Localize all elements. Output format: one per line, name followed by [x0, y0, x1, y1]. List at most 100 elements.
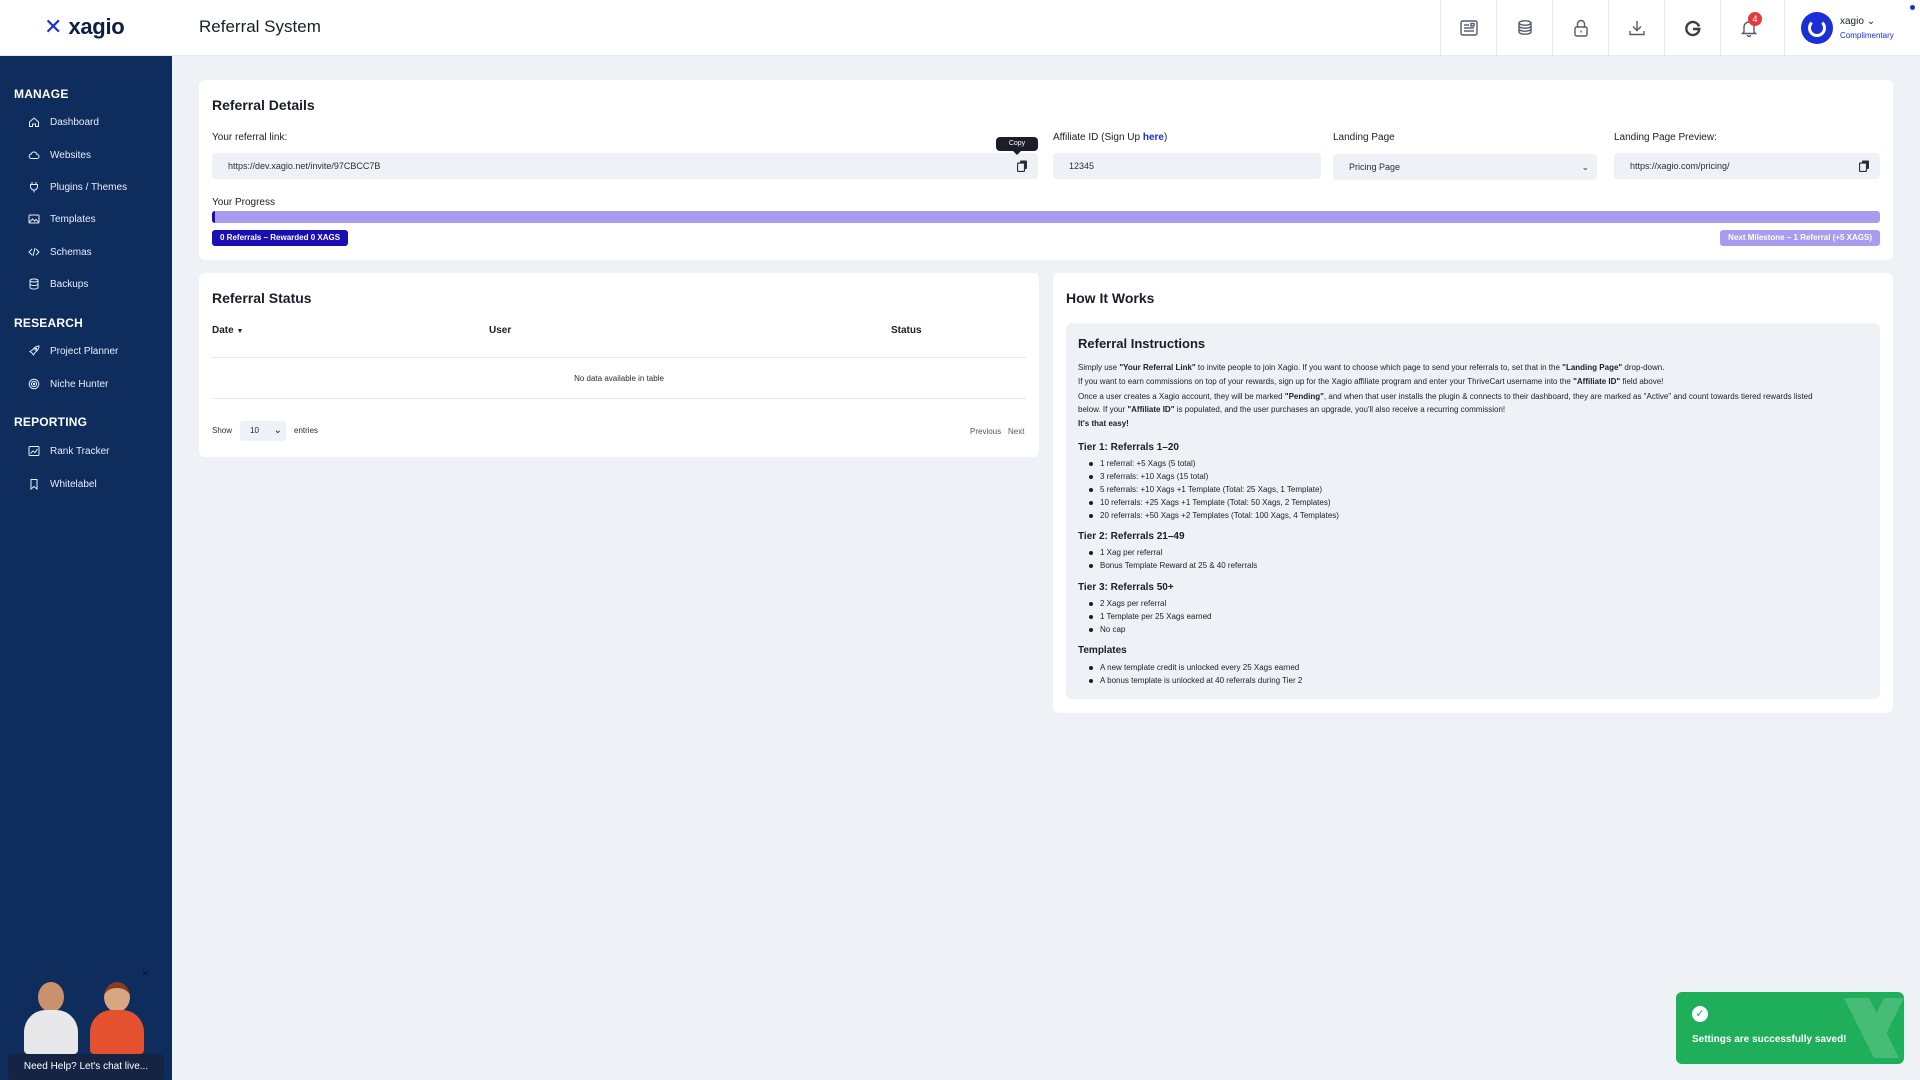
sort-desc-icon: ▼: [236, 328, 244, 335]
pagination-previous[interactable]: Previous: [970, 427, 1001, 436]
code-icon: [28, 247, 40, 257]
list-item: 20 referrals: +50 Xags +2 Templates (Tot…: [1089, 511, 1339, 520]
text: Simply use: [1078, 363, 1120, 372]
user-plan: Complimentary: [1840, 31, 1894, 40]
affiliate-signup-link[interactable]: here: [1143, 132, 1164, 143]
google-button[interactable]: [1664, 0, 1720, 56]
user-name: xagio ⌄: [1840, 16, 1875, 27]
instructions-paragraph: below. If your "Affiliate ID" is populat…: [1078, 405, 1505, 414]
referral-details-card: Referral Details Your referral link: htt…: [199, 80, 1893, 260]
sidebar-item-plugins-themes[interactable]: Plugins / Themes: [28, 181, 127, 193]
text-bold: "Landing Page": [1562, 363, 1623, 372]
landing-preview-label: Landing Page Preview:: [1614, 132, 1717, 143]
entries-value: 10: [250, 426, 259, 435]
sidebar-item-schemas[interactable]: Schemas: [28, 246, 92, 258]
live-chat-widget[interactable]: × Need Help? Let's chat live...: [8, 950, 164, 1080]
logo-text: xagio: [68, 14, 125, 39]
pagination-next[interactable]: Next: [1008, 427, 1024, 436]
image-icon: [28, 214, 40, 224]
text-bold: "Affiliate ID": [1127, 405, 1175, 414]
xagio-watermark-icon: [1844, 998, 1904, 1058]
sidebar-item-project-planner[interactable]: Project Planner: [28, 345, 118, 357]
check-icon: ✓: [1692, 1006, 1708, 1022]
chevron-down-icon: ⌄: [1866, 16, 1876, 27]
coins-icon: [1517, 20, 1532, 35]
instructions-paragraph: If you want to earn commissions on top o…: [1078, 377, 1663, 386]
cloud-icon: [28, 151, 40, 159]
sidebar-item-label: Backups: [50, 278, 89, 290]
copy-tooltip: Copy: [996, 137, 1038, 155]
copy-icon[interactable]: [1017, 160, 1028, 172]
chevron-down-icon: ⌄: [273, 425, 282, 436]
bookmark-icon: [30, 479, 38, 490]
sidebar: MANAGE Dashboard Websites Plugins / Them…: [0, 56, 172, 1080]
top-header: ✕ xagio Referral System 4 xagio ⌄ Compli…: [0, 0, 1920, 56]
instructions-title: Referral Instructions: [1078, 336, 1206, 351]
sidebar-item-dashboard[interactable]: Dashboard: [28, 116, 99, 128]
entries-select[interactable]: 10 ⌄: [240, 421, 286, 441]
landing-page-select[interactable]: Pricing Page ⌄: [1333, 154, 1597, 180]
xagio-logo[interactable]: ✕ xagio: [44, 14, 125, 40]
column-header-status[interactable]: Status: [891, 325, 922, 336]
tier1-title: Tier 1: Referrals 1–20: [1078, 442, 1179, 453]
success-toast[interactable]: ✓ Settings are successfully saved!: [1676, 992, 1904, 1064]
referral-instructions-panel: Referral Instructions Simply use "Your R…: [1066, 323, 1880, 699]
instructions-paragraph: Simply use "Your Referral Link" to invit…: [1078, 363, 1664, 372]
affiliate-label-text: Affiliate ID (Sign Up: [1053, 132, 1143, 143]
coins-button[interactable]: [1496, 0, 1552, 56]
divider: [212, 357, 1026, 358]
sidebar-item-label: Niche Hunter: [50, 378, 109, 390]
sidebar-item-label: Project Planner: [50, 345, 119, 357]
rocket-icon: [29, 345, 40, 356]
tier3-title: Tier 3: Referrals 50+: [1078, 582, 1174, 593]
user-menu[interactable]: xagio ⌄ Complimentary: [1784, 0, 1920, 56]
chat-label[interactable]: Need Help? Let's chat live...: [8, 1054, 164, 1080]
sidebar-item-label: Templates: [50, 213, 96, 225]
text: is populated, and the user purchases an …: [1174, 405, 1506, 414]
sidebar-item-label: Websites: [50, 149, 91, 161]
progress-label: Your Progress: [212, 197, 275, 208]
list-item: 3 referrals: +10 Xags (15 total): [1088, 472, 1209, 481]
text: Once a user creates a Xagio account, the…: [1078, 392, 1285, 401]
lock-button[interactable]: [1552, 0, 1608, 56]
referral-link-field[interactable]: https://dev.xagio.net/invite/97CBCC7B: [212, 153, 1038, 179]
download-button[interactable]: [1608, 0, 1664, 56]
sidebar-item-templates[interactable]: Templates: [28, 213, 96, 225]
sidebar-item-rank-tracker[interactable]: Rank Tracker: [28, 445, 109, 457]
copy-icon[interactable]: [1859, 160, 1870, 172]
affiliate-id-value: 12345: [1069, 161, 1095, 171]
close-icon[interactable]: ×: [142, 968, 148, 980]
text: below. If your: [1078, 405, 1128, 414]
sidebar-item-niche-hunter[interactable]: Niche Hunter: [28, 378, 108, 390]
progress-fill: [212, 211, 215, 223]
google-icon: [1684, 20, 1701, 37]
landing-page-value: Pricing Page: [1349, 162, 1401, 172]
templates-title: Templates: [1078, 645, 1127, 656]
list-item: 1 Xag per referral: [1088, 548, 1163, 557]
news-button[interactable]: [1440, 0, 1496, 56]
instructions-emphasis: It's that easy!: [1078, 419, 1129, 428]
chevron-down-icon: ⌄: [1581, 162, 1589, 172]
text-bold: "Affiliate ID": [1573, 377, 1621, 386]
sidebar-section-research: RESEARCH: [14, 316, 83, 330]
sidebar-section-reporting: REPORTING: [14, 415, 88, 429]
column-header-user[interactable]: User: [489, 325, 511, 336]
column-label: Date: [212, 325, 234, 336]
user-name-text: xagio: [1840, 16, 1864, 27]
progress-current-badge: 0 Referrals – Rewarded 0 XAGS: [212, 230, 349, 246]
landing-preview-value: https://xagio.com/pricing/: [1630, 161, 1730, 171]
text-bold: "Your Referral Link": [1119, 363, 1196, 372]
avatar: [1801, 12, 1833, 44]
notifications-button[interactable]: 4: [1720, 0, 1776, 56]
sidebar-item-backups[interactable]: Backups: [28, 278, 88, 290]
affiliate-id-input[interactable]: 12345: [1053, 153, 1321, 179]
text-bold: "Pending": [1284, 392, 1324, 401]
list-item: A bonus template is unlocked at 40 refer…: [1088, 676, 1303, 685]
progress-bar: [212, 211, 1880, 223]
sidebar-item-whitelabel[interactable]: Whitelabel: [28, 478, 97, 490]
sidebar-item-websites[interactable]: Websites: [28, 149, 91, 161]
xagio-logo-icon: ✕: [44, 14, 63, 39]
landing-preview-field[interactable]: https://xagio.com/pricing/: [1614, 153, 1880, 179]
column-header-date[interactable]: Date ▼: [212, 325, 243, 336]
list-item: A new template credit is unlocked every …: [1088, 663, 1300, 672]
